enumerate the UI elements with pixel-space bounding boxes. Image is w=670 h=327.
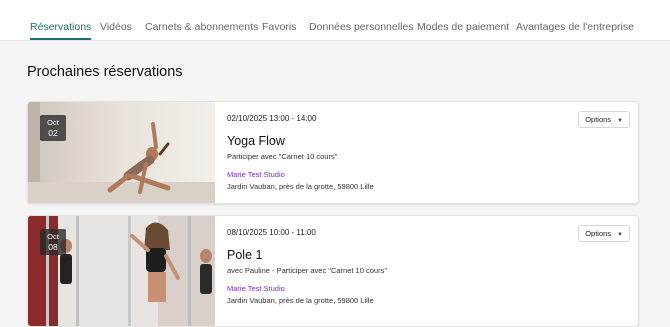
options-dropdown[interactable]: Options ▼ [578, 225, 630, 242]
booking-card: Oct 08 08/10/2025 10:00 - 11:00 Pole 1 a… [27, 215, 639, 327]
date-badge: Oct 02 [40, 115, 66, 141]
class-name: Pole 1 [227, 248, 263, 262]
studio-address: Jardin Vauban, près de la grotte, 59800 … [227, 296, 374, 305]
studio-address: Jardin Vauban, près de la grotte, 59800 … [227, 182, 374, 191]
booking-datetime: 02/10/2025 13:00 - 14:00 [227, 114, 317, 123]
options-dropdown[interactable]: Options ▼ [578, 111, 630, 128]
studio-link[interactable]: Marie Test Studio [227, 284, 285, 293]
booking-datetime: 08/10/2025 10:00 - 11:00 [227, 228, 316, 237]
tab-personal-data[interactable]: Données personnelles [309, 0, 414, 40]
page-title: Prochaines réservations [27, 64, 183, 80]
chevron-down-icon: ▼ [617, 232, 623, 238]
date-badge: Oct 08 [40, 229, 66, 255]
tab-videos[interactable]: Vidéos [100, 0, 132, 40]
booking-subtitle: avec Pauline - Participer avec "Carnet 1… [227, 266, 387, 275]
tab-reservations[interactable]: Réservations [30, 0, 92, 40]
tab-favorites[interactable]: Favoris [262, 0, 296, 40]
chevron-down-icon: ▼ [617, 118, 623, 124]
booking-subtitle: Participer avec "Carnet 10 cours" [227, 152, 338, 161]
date-badge-day: 08 [48, 242, 58, 252]
options-label: Options [585, 229, 612, 238]
date-badge-day: 02 [48, 128, 58, 138]
studio-link[interactable]: Marie Test Studio [227, 170, 285, 179]
tab-payment-methods[interactable]: Modes de paiement [417, 0, 509, 40]
tab-company-benefits[interactable]: Avantages de l'entreprise [516, 0, 634, 40]
booking-card: Oct 02 02/10/2025 13:00 - 14:00 Yoga Flo… [27, 101, 639, 204]
class-name: Yoga Flow [227, 134, 285, 148]
date-badge-month: Oct [47, 118, 59, 127]
options-label: Options [585, 115, 612, 124]
date-badge-month: Oct [47, 232, 59, 241]
account-tab-bar: Réservations Vidéos Carnets & abonnement… [0, 0, 670, 41]
tab-passes-subscriptions[interactable]: Carnets & abonnements [145, 0, 258, 40]
